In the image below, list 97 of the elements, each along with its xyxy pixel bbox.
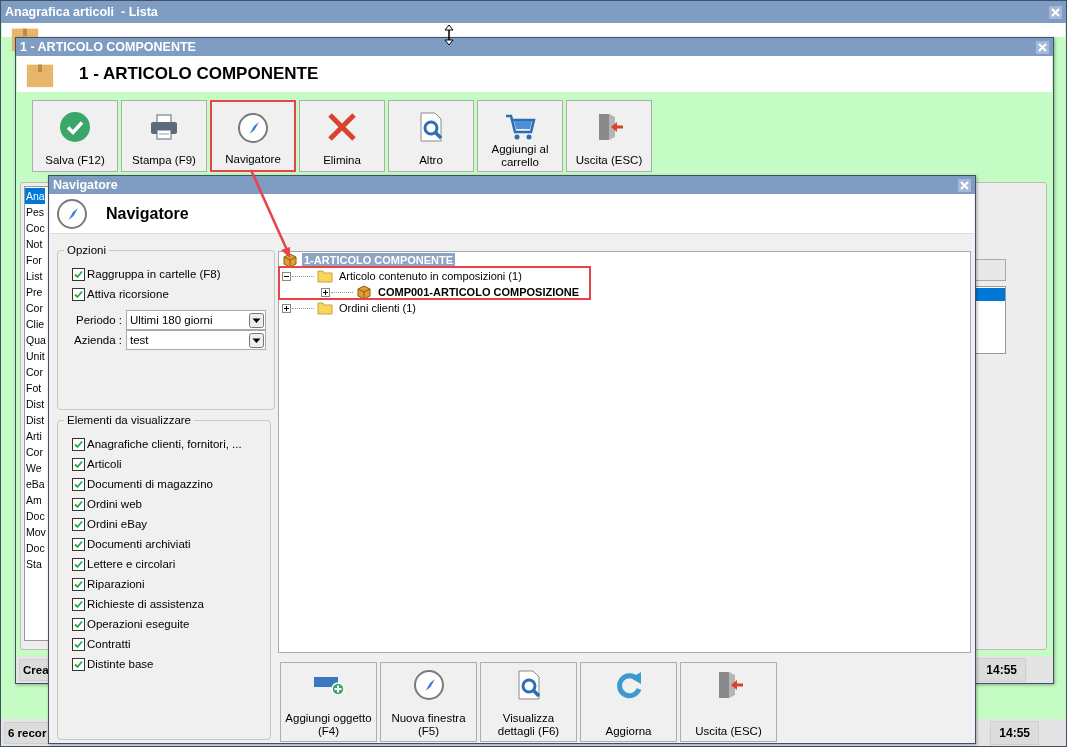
clock: 14:55 <box>990 720 1039 745</box>
toolbar-button[interactable]: Altro <box>388 100 474 172</box>
checkbox-label: Documenti archiviati <box>87 538 191 550</box>
checkbox[interactable] <box>72 537 85 551</box>
checkbox[interactable] <box>72 657 85 671</box>
checkbox-label: Anagrafiche clienti, fornitori, ... <box>87 438 242 450</box>
window-title: 1 - ARTICOLO COMPONENTE <box>20 40 196 54</box>
list-item[interactable]: Not <box>25 236 43 252</box>
list-item[interactable]: Sta <box>25 556 42 572</box>
list-item[interactable]: Cor <box>25 300 43 316</box>
checkbox[interactable] <box>72 287 85 301</box>
check-icon <box>59 111 91 143</box>
dropdown-field[interactable]: Ultimi 180 giorni <box>126 310 266 330</box>
window-title: Anagrafica articoli - Lista <box>5 5 158 19</box>
checkbox-label: Documenti di magazzino <box>87 478 213 490</box>
list-item[interactable]: eBa <box>25 476 45 492</box>
list-item[interactable]: Clie <box>25 316 45 332</box>
window-heading: Navigatore <box>106 204 189 223</box>
toolbar-button[interactable]: Salva (F12) <box>32 100 118 172</box>
tree-item[interactable]: COMP001-ARTICOLO COMPOSIZIONE <box>376 285 582 299</box>
checkbox-label: Ordini eBay <box>87 518 148 530</box>
checkbox-label: Raggruppa in cartelle (F8) <box>87 268 221 280</box>
minus-icon[interactable] <box>282 271 291 281</box>
status-text: 6 recor <box>4 721 51 744</box>
window-title: Navigatore <box>53 178 118 192</box>
toolbar-button[interactable]: Navigatore <box>210 100 296 172</box>
checkbox[interactable] <box>72 617 85 631</box>
list-item[interactable]: Coc <box>25 220 45 236</box>
list-item[interactable]: Am <box>25 492 42 508</box>
group-title: Opzioni <box>66 244 107 256</box>
list-item[interactable]: Unit <box>25 348 45 364</box>
close-icon[interactable] <box>1036 40 1049 54</box>
toolbar-button[interactable]: Stampa (F9) <box>121 100 207 172</box>
tree-item[interactable]: Articolo contenuto in composizioni (1) <box>337 269 524 283</box>
compass-icon <box>412 669 445 701</box>
plus-icon[interactable] <box>282 303 291 313</box>
compass-icon <box>237 112 269 144</box>
list-item[interactable]: Mov <box>25 524 46 540</box>
list-item[interactable]: Doc <box>25 508 45 524</box>
checkbox-label: Attiva ricorsione <box>87 288 169 300</box>
checkbox[interactable] <box>72 637 85 651</box>
action-button[interactable]: Visualizza dettagli (F6) <box>480 662 577 742</box>
checkbox-label: Articoli <box>87 458 122 470</box>
checkbox[interactable] <box>72 557 85 571</box>
list-item[interactable]: Pes <box>25 204 45 220</box>
package-icon <box>356 284 372 300</box>
checkbox-label: Distinte base <box>87 658 154 670</box>
checkbox[interactable] <box>72 457 85 471</box>
field-label: Periodo : <box>74 314 122 326</box>
list-item[interactable]: Ana <box>25 188 45 204</box>
action-button[interactable]: Uscita (ESC) <box>680 662 777 742</box>
checkbox[interactable] <box>72 497 85 511</box>
folder-icon <box>317 300 333 316</box>
checkbox-label: Lettere e circolari <box>87 558 176 570</box>
checkbox[interactable] <box>72 477 85 491</box>
list-item[interactable]: Fot <box>25 380 42 396</box>
close-icon[interactable] <box>1049 5 1062 19</box>
checkbox[interactable] <box>72 437 85 451</box>
checkbox-label: Ordini web <box>87 498 142 510</box>
compass-icon <box>56 197 88 230</box>
checkbox[interactable] <box>72 577 85 591</box>
list-item[interactable]: List <box>25 268 43 284</box>
action-button[interactable]: Aggiungi oggetto (F4) <box>280 662 377 742</box>
dropdown-field[interactable]: test <box>126 330 266 350</box>
list-item[interactable]: We <box>25 460 42 476</box>
checkbox-label: Riparazioni <box>87 578 145 590</box>
printer-icon <box>148 111 180 143</box>
list-item[interactable]: Arti <box>25 428 42 444</box>
checkbox[interactable] <box>72 267 85 281</box>
plus-icon[interactable] <box>321 287 330 297</box>
package-icon <box>282 252 298 268</box>
group-title: Elementi da visualizzare <box>66 414 192 426</box>
clock: 14:55 <box>977 657 1026 682</box>
x-icon <box>326 111 358 143</box>
list-item[interactable]: Dist <box>25 396 45 412</box>
toolbar-button[interactable]: Uscita (ESC) <box>566 100 652 172</box>
list-item[interactable]: Dist <box>25 412 45 428</box>
action-button[interactable]: Nuova finestra (F5) <box>380 662 477 742</box>
action-button[interactable]: Aggiorna <box>580 662 677 742</box>
checkbox[interactable] <box>72 517 85 531</box>
toolbar-button[interactable]: Aggiungi al carrello <box>477 100 563 172</box>
window-heading: 1 - ARTICOLO COMPONENTE <box>79 64 319 84</box>
checkbox-label: Operazioni eseguite <box>87 618 190 630</box>
close-icon[interactable] <box>958 178 971 192</box>
toolbar-button[interactable]: Elimina <box>299 100 385 172</box>
checkbox-label: Contratti <box>87 638 131 650</box>
checkbox-label: Richieste di assistenza <box>87 598 204 610</box>
tree-item[interactable]: Ordini clienti (1) <box>337 301 419 315</box>
list-item[interactable]: Cor <box>25 444 43 460</box>
field-label: Azienda : <box>73 334 122 346</box>
checkbox[interactable] <box>72 597 85 611</box>
list-item[interactable]: Qua <box>25 332 46 348</box>
list-item[interactable]: Pre <box>25 284 43 300</box>
list-item[interactable]: Doc <box>25 540 45 556</box>
grid <box>974 286 1006 354</box>
list-item[interactable]: For <box>25 252 42 268</box>
list-item[interactable]: Cor <box>25 364 43 380</box>
